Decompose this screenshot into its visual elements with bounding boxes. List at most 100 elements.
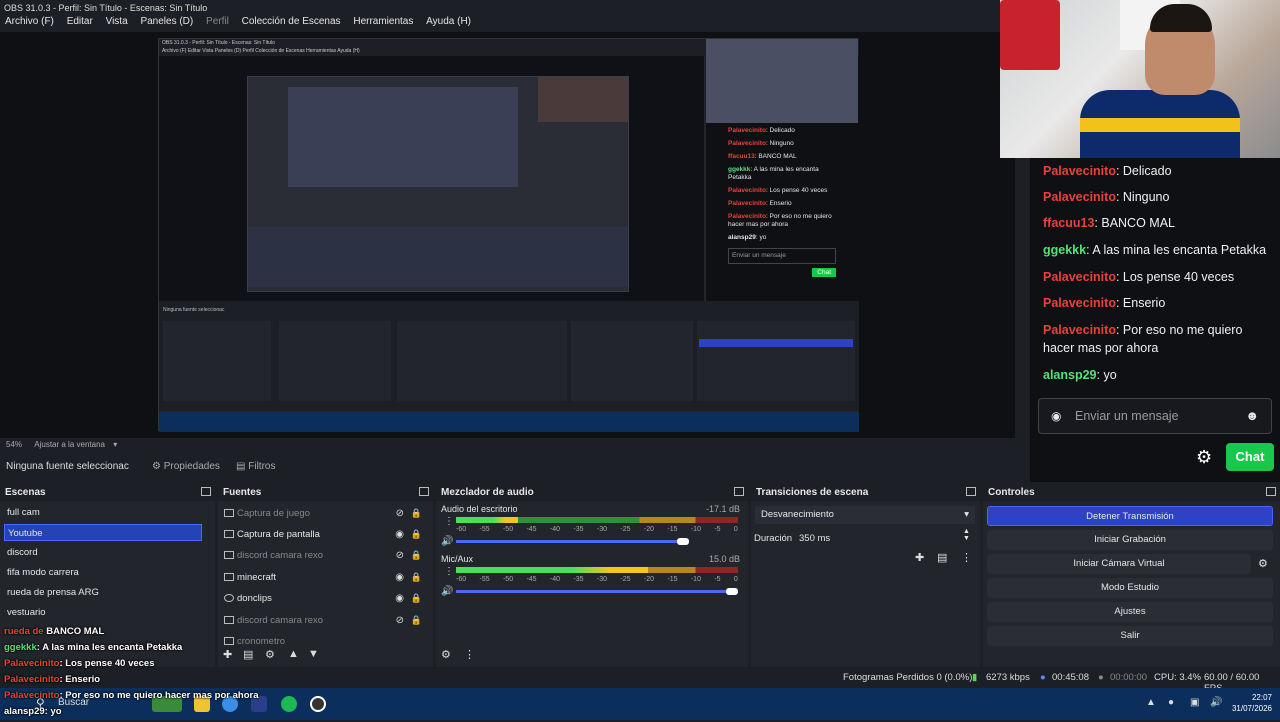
nested-screenshot	[247, 76, 629, 292]
stepper-icon[interactable]: ▲ ▼	[963, 528, 970, 542]
undock-icon[interactable]	[1266, 487, 1276, 496]
menu-herramientas[interactable]: Herramientas	[348, 16, 418, 27]
taskbar-clock[interactable]: 22:07 31/07/2026	[1232, 692, 1272, 714]
emoji-icon[interactable]: ☻	[1245, 408, 1259, 423]
scene-item[interactable]: vestuario	[4, 604, 202, 621]
scene-item[interactable]: rueda de prensa ARG	[4, 584, 202, 601]
volume-slider[interactable]	[456, 540, 677, 543]
ea-icon[interactable]	[251, 696, 267, 712]
channel-name: Mic/Aux	[441, 554, 474, 564]
folder-icon[interactable]	[194, 696, 210, 712]
sources-title: Fuentes	[218, 484, 433, 501]
record-time: 00:00:00	[1110, 672, 1147, 683]
eye-icon[interactable]: ◉	[395, 529, 404, 540]
source-item[interactable]: Captura de pantalla ◉ 🔒	[224, 526, 424, 543]
exit-button[interactable]: Salir	[987, 626, 1273, 646]
chevron-up-icon[interactable]: ▲	[1146, 697, 1156, 708]
gear-icon[interactable]: ⚙	[1196, 447, 1216, 467]
filters-button[interactable]: ▤ Filtros	[232, 459, 279, 475]
source-item[interactable]: minecraft ◉ 🔒	[224, 569, 424, 586]
source-item[interactable]: Captura de juego ⊘ 🔒	[224, 505, 424, 522]
source-item[interactable]: discord camara rexo ⊘ 🔒	[224, 547, 424, 564]
transition-select[interactable]: Desvanecimiento ▾	[755, 506, 975, 524]
mixer-settings-icon[interactable]: ⚙	[441, 648, 451, 661]
obs-icon[interactable]	[310, 696, 326, 712]
chevron-down-icon: ▾	[964, 509, 969, 520]
menu-vista[interactable]: Vista	[101, 16, 133, 27]
lock-icon[interactable]: 🔒	[411, 572, 422, 583]
spotify-icon[interactable]	[281, 696, 297, 712]
transitions-dock: Transiciones de escena Desvanecimiento ▾ …	[751, 484, 980, 667]
nested-webcam	[706, 39, 858, 123]
source-item[interactable]: cronometro	[224, 633, 424, 645]
trash-icon[interactable]: ▤	[937, 551, 947, 564]
taskbar-search[interactable]: Buscar	[58, 697, 89, 708]
speaker-icon[interactable]: 🔊	[441, 536, 453, 547]
menu-perfil[interactable]: Perfil	[201, 16, 234, 27]
volume-icon[interactable]: 🔊	[1210, 697, 1222, 708]
duration-input[interactable]: 350 ms	[799, 533, 830, 544]
volume-knob[interactable]	[726, 588, 738, 595]
menu-ayuda[interactable]: Ayuda (H)	[421, 16, 476, 27]
bitrate: 6273 kbps	[986, 672, 1030, 683]
chat-message: ffacuu13: BANCO MAL	[1043, 216, 1175, 230]
sources-dock: Fuentes Captura de juego ⊘ 🔒 Captura de pa…	[218, 484, 433, 667]
scene-item[interactable]: full cam	[4, 504, 202, 521]
chevron-up-icon[interactable]: ▲	[288, 648, 299, 660]
menu-editar[interactable]: Editar	[62, 16, 98, 27]
settings-button[interactable]: Ajustes	[987, 602, 1273, 622]
eye-icon[interactable]: ◉	[395, 593, 404, 604]
trash-icon[interactable]: ▤	[243, 648, 253, 661]
undock-icon[interactable]	[419, 487, 429, 496]
eye-hidden-icon[interactable]: ⊘	[396, 508, 404, 519]
add-icon[interactable]: ✚	[915, 551, 924, 564]
landscape-icon[interactable]	[152, 696, 182, 712]
kebab-menu-icon[interactable]: ⋮	[444, 566, 454, 577]
monitor-icon	[224, 551, 234, 560]
source-item[interactable]: discord camara rexo ⊘ 🔒	[224, 612, 424, 629]
lock-icon[interactable]: 🔒	[411, 550, 422, 561]
lock-icon[interactable]: 🔒	[411, 593, 422, 604]
lock-icon[interactable]: 🔒	[411, 615, 422, 626]
kebab-menu-icon[interactable]: ⋮	[464, 648, 475, 661]
scene-item[interactable]: discord	[4, 544, 202, 561]
kebab-menu-icon[interactable]: ⋮	[961, 551, 972, 564]
studio-mode-button[interactable]: Modo Estudio	[987, 578, 1273, 598]
virtual-camera-button[interactable]: Iniciar Cámara Virtual	[987, 554, 1251, 574]
source-item[interactable]: donclips ◉ 🔒	[224, 590, 424, 607]
eye-hidden-icon[interactable]: ⊘	[396, 615, 404, 626]
menu-paneles[interactable]: Paneles (D)	[135, 16, 198, 27]
kebab-menu-icon[interactable]: ⋮	[444, 516, 454, 527]
eye-hidden-icon[interactable]: ⊘	[396, 550, 404, 561]
volume-slider[interactable]	[456, 590, 726, 593]
gear-icon[interactable]: ⚙	[265, 648, 275, 661]
lock-icon[interactable]: 🔒	[411, 508, 422, 519]
chat-input[interactable]: ◉ Enviar un mensaje ☻	[1038, 398, 1272, 434]
add-icon[interactable]: ✚	[223, 648, 232, 661]
volume-knob[interactable]	[677, 538, 689, 545]
network-icon[interactable]: ▣	[1190, 697, 1199, 708]
eye-icon[interactable]: ◉	[395, 572, 404, 583]
start-recording-button[interactable]: Iniciar Grabación	[987, 530, 1273, 550]
mic-icon[interactable]: ●	[1168, 697, 1174, 708]
chevron-down-icon[interactable]: ▾	[113, 440, 117, 449]
audio-mixer-dock: Mezclador de audio Audio del escritorio …	[436, 484, 748, 667]
properties-button[interactable]: ⚙ Propiedades	[148, 459, 224, 475]
scene-item[interactable]: fifa modo carrera	[4, 564, 202, 581]
stop-stream-button[interactable]: Detener Transmisión	[987, 506, 1273, 526]
gamepad-icon	[224, 509, 234, 518]
lock-icon[interactable]: 🔒	[411, 529, 422, 540]
undock-icon[interactable]	[966, 487, 976, 496]
menu-archivo[interactable]: Archivo (F)	[0, 16, 59, 27]
search-icon[interactable]: ⚲	[36, 696, 45, 710]
chrome-icon[interactable]	[222, 696, 238, 712]
scene-item-selected[interactable]: Youtube	[4, 524, 202, 541]
chat-send-button[interactable]: Chat	[1226, 443, 1274, 471]
undock-icon[interactable]	[734, 487, 744, 496]
menu-coleccion[interactable]: Colección de Escenas	[237, 16, 346, 27]
chevron-down-icon[interactable]: ▼	[308, 648, 319, 660]
speaker-icon[interactable]: 🔊	[441, 586, 453, 597]
zoom-mode[interactable]: Ajustar a la ventana	[34, 440, 105, 449]
undock-icon[interactable]	[201, 487, 211, 496]
gear-icon[interactable]: ⚙	[1258, 557, 1268, 570]
